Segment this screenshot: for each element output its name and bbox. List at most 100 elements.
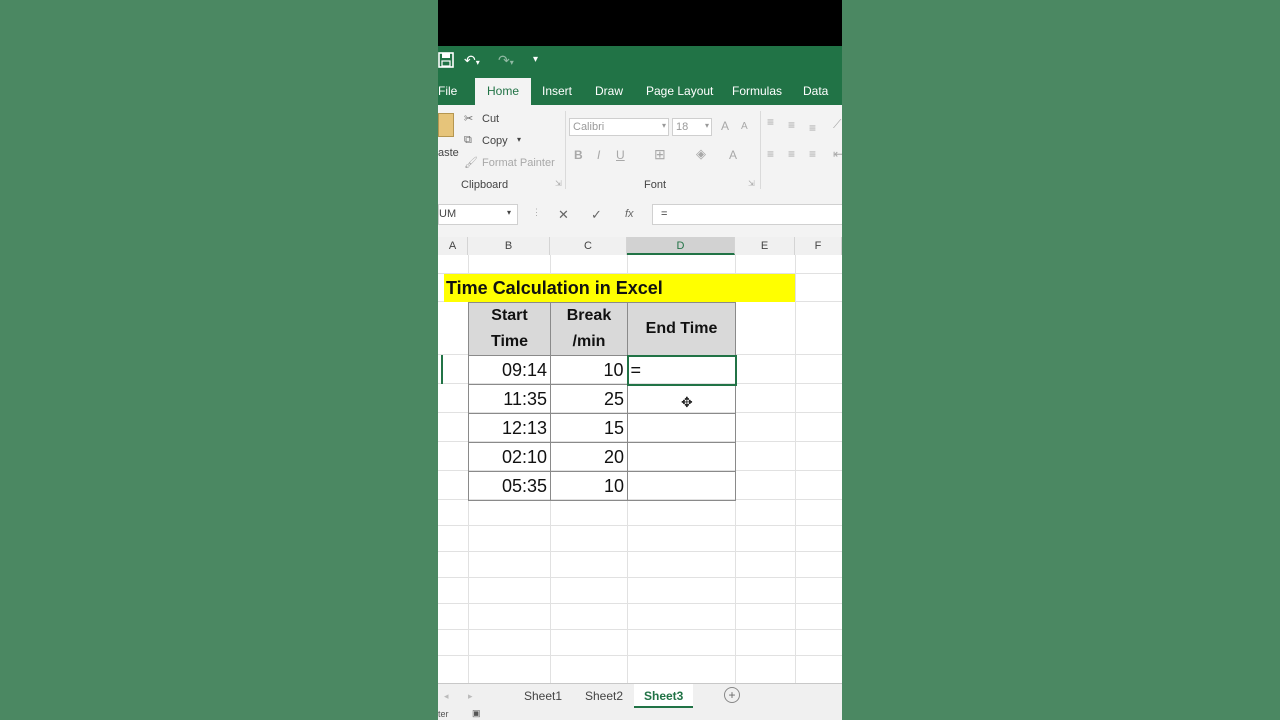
add-sheet-icon[interactable]: + bbox=[724, 687, 740, 703]
indent-icon[interactable]: ⇤ bbox=[833, 147, 842, 161]
align-center-icon[interactable]: ≡ bbox=[788, 147, 795, 161]
break-cell[interactable]: 10 bbox=[550, 355, 628, 385]
italic-button[interactable]: I bbox=[597, 148, 600, 162]
header-break[interactable]: Break/min bbox=[550, 302, 628, 356]
break-cell[interactable]: 25 bbox=[550, 384, 628, 414]
active-end-time-cell[interactable]: = bbox=[626, 354, 737, 386]
sheet-tab-2[interactable]: Sheet2 bbox=[585, 689, 623, 703]
tab-formulas[interactable]: Formulas bbox=[732, 84, 782, 98]
align-left-icon[interactable]: ≡ bbox=[767, 147, 774, 161]
end-time-cell[interactable] bbox=[627, 442, 736, 472]
break-cell[interactable]: 10 bbox=[550, 471, 628, 501]
scroll-left-icon[interactable]: ◂ bbox=[444, 691, 449, 702]
background-right bbox=[842, 0, 1280, 720]
copy-icon: ⧉ bbox=[464, 134, 472, 146]
grid-line bbox=[438, 577, 842, 578]
align-middle-icon[interactable]: ≡ bbox=[788, 118, 795, 132]
sheet-tab-1[interactable]: Sheet1 bbox=[524, 689, 562, 703]
grow-font-button[interactable]: A bbox=[721, 119, 729, 133]
shrink-font-button[interactable]: A bbox=[741, 121, 748, 132]
insert-function-icon[interactable]: fx bbox=[625, 208, 634, 220]
start-time-cell[interactable]: 02:10 bbox=[468, 442, 551, 472]
paste-button[interactable]: aste bbox=[438, 147, 459, 159]
scroll-right-icon[interactable]: ▸ bbox=[468, 691, 473, 702]
ribbon-separator bbox=[565, 111, 566, 189]
table-row: 11:35 25 bbox=[468, 384, 736, 414]
sheet-tab-3[interactable]: Sheet3 bbox=[634, 684, 694, 708]
borders-icon[interactable]: ⊞ bbox=[654, 146, 666, 163]
column-header-e[interactable]: E bbox=[735, 237, 795, 255]
undo-icon[interactable]: ↶▾ bbox=[464, 52, 480, 69]
macro-record-icon[interactable]: ▣ bbox=[472, 708, 481, 719]
bold-button[interactable]: B bbox=[574, 148, 583, 162]
break-cell[interactable]: 15 bbox=[550, 413, 628, 443]
column-header-c[interactable]: C bbox=[550, 237, 627, 255]
cancel-icon[interactable]: ✕ bbox=[558, 207, 569, 223]
column-header-a[interactable]: A bbox=[438, 237, 468, 255]
font-color-button[interactable]: A bbox=[729, 148, 737, 162]
align-bottom-icon[interactable]: ≡ bbox=[809, 121, 816, 135]
orientation-icon[interactable]: ⟋ bbox=[833, 117, 841, 132]
status-text: ter bbox=[438, 709, 449, 719]
table-row: 12:13 15 bbox=[468, 413, 736, 443]
ribbon-home: aste ✂ Cut ⧉ Copy ▾ 🖌 Format Painter Cli… bbox=[438, 105, 842, 194]
enter-icon[interactable]: ✓ bbox=[591, 207, 602, 223]
break-cell[interactable]: 20 bbox=[550, 442, 628, 472]
start-time-cell[interactable]: 09:14 bbox=[468, 355, 551, 385]
copy-dropdown-icon[interactable]: ▾ bbox=[517, 135, 521, 144]
font-launcher-icon[interactable]: ⇲ bbox=[748, 179, 755, 188]
tab-home[interactable]: Home bbox=[475, 78, 532, 105]
column-header-d[interactable]: D bbox=[627, 237, 735, 255]
font-group-label: Font bbox=[644, 179, 667, 191]
paste-icon[interactable] bbox=[438, 113, 454, 137]
save-icon[interactable] bbox=[438, 52, 454, 71]
formula-input[interactable]: = bbox=[652, 204, 842, 225]
grid-line bbox=[438, 629, 842, 630]
cut-button[interactable]: Cut bbox=[482, 113, 499, 125]
font-name-combo[interactable]: Calibri ▾ bbox=[569, 118, 669, 136]
worksheet-grid[interactable]: Time Calculation in Excel Start Time Brea… bbox=[438, 255, 842, 683]
grid-line bbox=[438, 603, 842, 604]
start-time-cell[interactable]: 05:35 bbox=[468, 471, 551, 501]
quick-access-toolbar: ↶▾ ↷▾ ▾ bbox=[438, 46, 842, 76]
align-right-icon[interactable]: ≡ bbox=[809, 147, 816, 161]
tab-file[interactable]: File bbox=[438, 84, 457, 98]
sheet-tab-bar: ◂ ▸ Sheet1 Sheet2 Sheet3 + bbox=[438, 683, 842, 709]
tab-page-layout[interactable]: Page Layout bbox=[646, 84, 713, 98]
format-painter-button[interactable]: Format Painter bbox=[482, 157, 555, 169]
sheet-title[interactable]: Time Calculation in Excel bbox=[444, 274, 795, 302]
end-time-cell[interactable] bbox=[627, 471, 736, 501]
tab-insert[interactable]: Insert bbox=[542, 84, 572, 98]
cut-icon: ✂ bbox=[464, 113, 474, 125]
excel-window: ↶▾ ↷▾ ▾ File Home Insert Draw Page Layou… bbox=[438, 0, 842, 720]
header-start-time[interactable]: Start Time bbox=[468, 302, 551, 356]
align-top-icon[interactable]: ≡ bbox=[767, 115, 774, 129]
redo-icon[interactable]: ↷▾ bbox=[498, 52, 514, 69]
name-box-value: UM bbox=[439, 208, 457, 220]
customize-icon[interactable]: ▾ bbox=[533, 54, 538, 65]
header-end-time[interactable]: End Time bbox=[627, 302, 736, 356]
background-left bbox=[0, 0, 438, 720]
chevron-down-icon: ▾ bbox=[506, 208, 511, 217]
tab-data[interactable]: Data bbox=[803, 84, 828, 98]
underline-button[interactable]: U bbox=[616, 148, 625, 162]
top-black-bar bbox=[438, 0, 842, 46]
formula-bar-area: UM ▾ ⋮ ✕ ✓ fx = bbox=[438, 193, 842, 237]
fill-color-icon[interactable]: ◈ bbox=[696, 146, 706, 162]
name-box[interactable]: UM ▾ bbox=[438, 204, 518, 225]
tab-draw[interactable]: Draw bbox=[595, 84, 623, 98]
end-time-cell[interactable] bbox=[627, 413, 736, 443]
column-header-f[interactable]: F bbox=[795, 237, 842, 255]
start-time-cell[interactable]: 12:13 bbox=[468, 413, 551, 443]
ribbon-separator bbox=[760, 111, 761, 189]
column-header-b[interactable]: B bbox=[468, 237, 550, 255]
clipboard-launcher-icon[interactable]: ⇲ bbox=[555, 179, 562, 188]
mouse-cursor-icon: ✥ bbox=[681, 394, 693, 410]
font-size-value: 18 bbox=[676, 121, 689, 133]
font-size-combo[interactable]: 18 ▾ bbox=[672, 118, 712, 136]
format-painter-icon: 🖌 bbox=[464, 157, 478, 169]
copy-button[interactable]: Copy bbox=[482, 135, 508, 147]
font-name-value: Calibri bbox=[573, 121, 605, 133]
start-time-cell[interactable]: 11:35 bbox=[468, 384, 551, 414]
header-line: /min bbox=[572, 333, 606, 350]
